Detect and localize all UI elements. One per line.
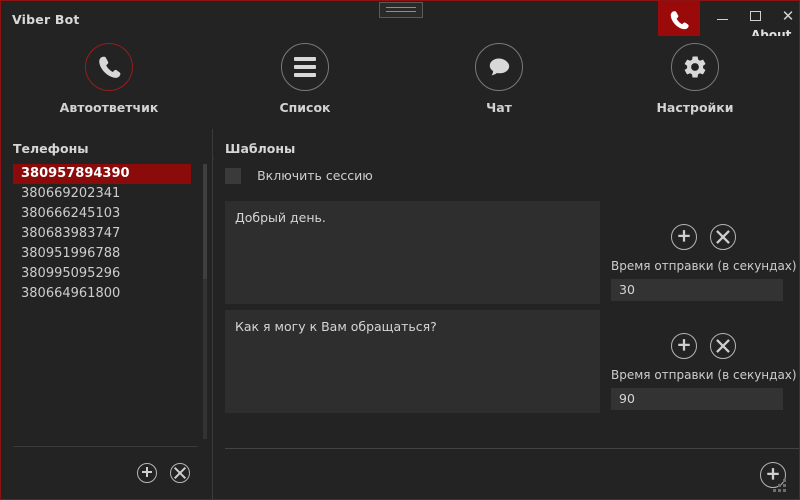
phones-panel-actions [137, 462, 198, 483]
nav-label: Чат [486, 100, 512, 115]
template-text-input[interactable]: Добрый день. [225, 201, 600, 304]
template-row: Как я могу к Вам обращаться? Время отпра… [225, 310, 797, 413]
window-grip-icon[interactable] [379, 2, 423, 18]
delete-template-button[interactable] [710, 224, 737, 250]
phone-handset-icon [85, 43, 133, 91]
phone-handset-icon[interactable] [658, 1, 700, 39]
delete-phone-button[interactable] [170, 462, 191, 483]
template-delay-input[interactable]: 90 [611, 388, 783, 410]
list-item[interactable]: 380669202341 [13, 184, 198, 204]
close-button[interactable]: ✕ [774, 4, 800, 28]
session-checkbox[interactable] [225, 167, 241, 184]
phones-panel: Телефоны 380957894390 380669202341 38066… [2, 127, 212, 499]
maximize-button[interactable] [741, 4, 769, 28]
gear-icon [671, 43, 719, 91]
list-item[interactable]: 380666245103 [13, 204, 198, 224]
nav-item-settings[interactable]: Настройки [615, 43, 775, 115]
phones-panel-title: Телефоны [13, 141, 89, 156]
chat-bubble-icon [475, 43, 523, 91]
list-item[interactable]: 380664961800 [13, 284, 198, 304]
add-phone-button[interactable] [137, 462, 157, 483]
nav-item-chat[interactable]: Чат [419, 43, 579, 115]
templates-panel-title: Шаблоны [225, 141, 296, 156]
panel-divider [212, 129, 213, 499]
phone-list-scrollbar[interactable] [203, 164, 207, 439]
template-text-input[interactable]: Как я могу к Вам обращаться? [225, 310, 600, 413]
template-delay-label: Время отправки (в секундах) [611, 368, 797, 382]
template-actions [671, 224, 744, 250]
template-delay-input[interactable]: 30 [611, 279, 783, 301]
template-side-controls: Время отправки (в секундах) 30 [611, 201, 797, 304]
nav-label: Автоответчик [59, 100, 159, 115]
main-navigation: Автоответчик Список Чат Настройки [1, 36, 799, 159]
resize-grip-icon[interactable] [773, 479, 791, 497]
nav-label: Настройки [656, 100, 734, 115]
add-template-button[interactable] [671, 224, 697, 250]
add-template-button[interactable] [671, 333, 697, 359]
templates-panel-separator [225, 448, 799, 449]
list-item[interactable]: 380683983747 [13, 224, 198, 244]
nav-item-autoresponder[interactable]: Автоответчик [29, 43, 189, 115]
list-item[interactable]: 380957894390 [13, 164, 191, 184]
app-window: Viber Bot ✕ About Автоответчик Список Ча… [0, 0, 800, 500]
delete-template-button[interactable] [710, 333, 737, 359]
phone-list[interactable]: 380957894390 380669202341 380666245103 3… [13, 164, 198, 439]
nav-label: Список [279, 100, 331, 115]
app-title: Viber Bot [12, 12, 80, 27]
template-actions [671, 333, 744, 359]
session-checkbox-row[interactable]: Включить сессию [225, 165, 373, 184]
template-delay-label: Время отправки (в секундах) [611, 259, 797, 273]
list-item[interactable]: 380995095296 [13, 264, 198, 284]
session-checkbox-label: Включить сессию [257, 168, 373, 183]
template-row: Добрый день. Время отправки (в секундах) [225, 201, 797, 304]
templates-panel: Шаблоны Включить сессию Добрый день. Вре… [214, 127, 799, 499]
phones-panel-separator [13, 446, 198, 447]
minimize-button[interactable] [708, 4, 736, 28]
list-menu-icon [281, 43, 329, 91]
nav-item-list[interactable]: Список [225, 43, 385, 115]
list-item[interactable]: 380951996788 [13, 244, 198, 264]
template-side-controls: Время отправки (в секундах) 90 [611, 310, 797, 413]
title-bar: Viber Bot ✕ About [1, 1, 800, 42]
